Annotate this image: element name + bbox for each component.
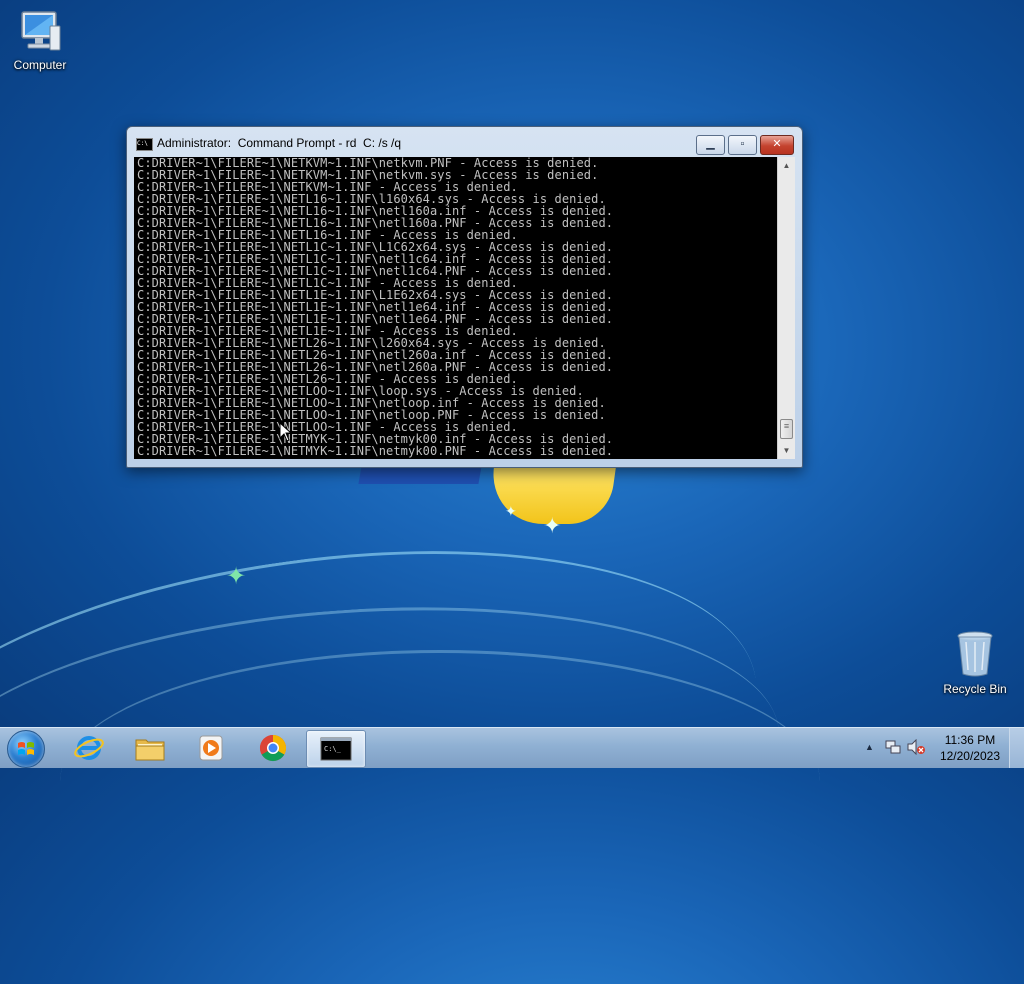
network-icon[interactable] (885, 739, 901, 758)
taskbar-file-explorer[interactable] (121, 730, 179, 766)
system-tray: ▲ 11:36 PM 12/20/2023 (859, 728, 1024, 768)
svg-text:C:\_: C:\_ (324, 745, 342, 753)
wallpaper-sparkle: ✦ (226, 562, 247, 590)
folder-icon (135, 739, 165, 761)
windows-start-icon (18, 742, 34, 755)
taskbar-chrome[interactable] (244, 730, 302, 766)
close-icon: ✕ (772, 138, 782, 150)
media-player-icon (199, 735, 223, 761)
volume-muted-icon[interactable] (907, 738, 925, 758)
taskbar-internet-explorer[interactable] (60, 730, 118, 766)
window-titlebar[interactable]: C:\ Administrator: Command Prompt - rd C… (127, 127, 802, 157)
show-desktop-button[interactable] (1009, 728, 1024, 768)
minimize-icon: ▁ (706, 138, 715, 150)
console-line: C:DRIVER~1\FILERE~1\NETMYK~1.INF\netmyk0… (137, 444, 614, 458)
desktop-icon-label: Computer (13, 58, 67, 72)
clock-date: 12/20/2023 (939, 749, 1000, 763)
minimize-button[interactable]: ▁ (696, 135, 725, 155)
computer-icon (16, 8, 64, 54)
scrollbar-thumb[interactable] (780, 419, 793, 439)
window-title: Administrator: Command Prompt - rd C: /s… (157, 136, 402, 150)
show-hidden-icons-arrow[interactable]: ▲ (865, 742, 874, 752)
internet-explorer-icon (74, 736, 104, 760)
start-button[interactable] (7, 730, 45, 768)
desktop-icon-label: Recycle Bin (943, 682, 1007, 696)
cmd-icon: C:\ (136, 138, 153, 151)
console-lines: C:DRIVER~1\FILERE~1\NETKVM~1.INF\netkvm.… (134, 157, 777, 457)
taskbar-command-prompt[interactable]: C:\_ (306, 730, 366, 768)
cmd-icon: C:\_ (320, 737, 352, 761)
wallpaper-sparkle: ✦ (505, 504, 517, 520)
taskbar: C:\_ ▲ 11:36 PM 12/20/2023 (0, 727, 1024, 768)
taskbar-clock[interactable]: 11:36 PM 12/20/2023 (940, 732, 1000, 764)
maximize-icon: ▫ (740, 138, 745, 150)
desktop-icon-recycle-bin[interactable]: Recycle Bin (935, 630, 1015, 696)
scroll-up-arrow-icon[interactable]: ▲ (778, 157, 795, 174)
chrome-icon (259, 734, 287, 762)
desktop-icon-computer[interactable]: Computer (0, 8, 80, 72)
clock-time: 11:36 PM (944, 733, 996, 747)
scroll-down-arrow-icon[interactable]: ▼ (778, 442, 795, 459)
wallpaper-sparkle: ✦ (543, 514, 562, 539)
maximize-button[interactable]: ▫ (728, 135, 757, 155)
command-prompt-window[interactable]: C:\ Administrator: Command Prompt - rd C… (126, 126, 803, 468)
close-button[interactable]: ✕ (760, 135, 794, 155)
vertical-scrollbar[interactable]: ▲ ▼ (777, 157, 795, 459)
recycle-bin-icon (955, 630, 995, 678)
wallpaper-logo-blue (358, 466, 482, 484)
wallpaper-swoosh (60, 650, 820, 913)
console-output[interactable]: C:DRIVER~1\FILERE~1\NETKVM~1.INF\netkvm.… (134, 157, 777, 459)
taskbar-media-player[interactable] (182, 730, 240, 766)
